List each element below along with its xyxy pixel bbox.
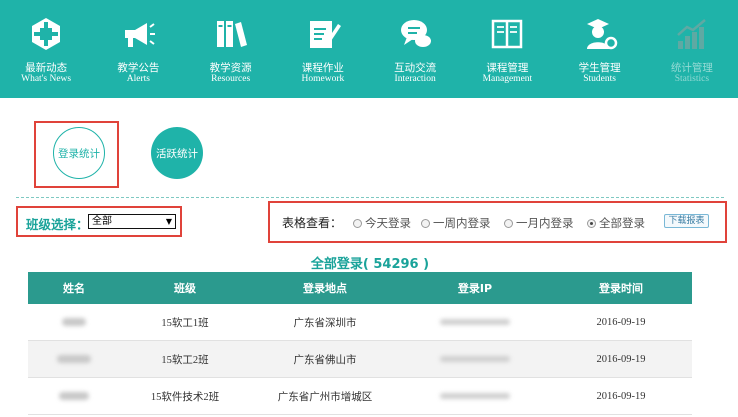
nav-label-cn: 统计管理	[670, 62, 713, 74]
redacted-name	[57, 355, 91, 363]
table-row: 15软工1班 广东省深圳市 2016-09-19	[28, 304, 692, 341]
redacted-name	[62, 318, 86, 326]
redacted-name	[59, 392, 89, 400]
open-book-icon	[488, 15, 526, 53]
news-icon	[27, 15, 65, 53]
class-select-value: 全部	[92, 216, 112, 227]
nav-label-cn: 最新动态	[25, 62, 68, 74]
nav-item-interaction[interactable]: 互动交流 Interaction	[369, 0, 461, 98]
cell-class: 15软件技术2班	[150, 391, 220, 403]
nav-label-en: Alerts	[126, 74, 150, 84]
megaphone-icon	[119, 15, 157, 53]
nav-item-students[interactable]: 学生管理 Students	[554, 0, 646, 98]
radio-label: 一周内登录	[433, 216, 491, 230]
cell-location: 广东省深圳市	[293, 317, 357, 329]
radio-button[interactable]	[421, 218, 430, 228]
cell-class: 15软工1班	[161, 317, 209, 329]
nav-item-homework[interactable]: 课程作业 Homework	[277, 0, 369, 98]
nav-label-en: Students	[583, 74, 616, 84]
cell-ip	[400, 378, 550, 414]
cell-location: 广东省广州市增城区	[277, 391, 373, 403]
redacted-ip	[440, 393, 510, 399]
bar-chart-icon	[673, 15, 711, 53]
cell-time: 2016-09-19	[596, 353, 646, 365]
table-view-label: 表格查看：	[282, 216, 343, 230]
radio-button[interactable]	[504, 218, 513, 228]
table-row: 15软工2班 广东省佛山市 2016-09-19	[28, 341, 692, 378]
nav-label-en: Homework	[301, 74, 345, 84]
nav-label-cn: 课程作业	[301, 62, 344, 74]
nav-label-cn: 教学资源	[209, 62, 252, 74]
login-table: 姓名 班级 登录地点 登录IP 登录时间 15软工1班 广东省深圳市 2016-…	[28, 272, 692, 415]
radio-week[interactable]: 一周内登录	[421, 215, 491, 231]
books-icon	[212, 15, 250, 53]
nav-label-en: Statistics	[674, 74, 710, 84]
class-select-label: 班级选择：	[26, 217, 89, 232]
chevron-down-icon: ▼	[165, 217, 172, 226]
cell-location: 广东省佛山市	[293, 354, 357, 366]
redacted-ip	[440, 356, 510, 362]
nav-item-resources[interactable]: 教学资源 Resources	[185, 0, 277, 98]
cell-time: 2016-09-19	[596, 390, 646, 402]
header-ip: 登录IP	[457, 282, 493, 295]
nav-label-en: Resources	[211, 74, 251, 84]
table-header: 姓名 班级 登录地点 登录IP 登录时间	[28, 272, 692, 304]
table-title: 全部登录( 54296 )	[310, 257, 430, 272]
cell-class: 15软工2班	[161, 354, 209, 366]
class-select[interactable]: 全部 ▼	[88, 214, 176, 229]
nav-item-management[interactable]: 课程管理 Management	[461, 0, 553, 98]
nav-label-cn: 互动交流	[394, 62, 437, 74]
header-time: 登录时间	[599, 282, 643, 295]
radio-label: 一月内登录	[516, 216, 574, 230]
active-stats-button[interactable]: 活跃统计	[151, 127, 203, 179]
table-row: 15软件技术2班 广东省广州市增城区 2016-09-19	[28, 378, 692, 415]
header-name: 姓名	[63, 282, 85, 295]
nav-label-cn: 学生管理	[578, 62, 621, 74]
login-stats-button[interactable]: 登录统计	[53, 127, 105, 179]
top-nav: 最新动态 What's News 教学公告 Alerts 教学资源 Resour…	[0, 0, 738, 98]
header-class: 班级	[174, 282, 196, 295]
radio-month[interactable]: 一月内登录	[504, 215, 574, 231]
radio-label: 今天登录	[365, 216, 411, 230]
download-report-button[interactable]: 下载报表	[664, 214, 709, 228]
cell-ip	[400, 341, 550, 377]
cell-name	[28, 378, 120, 414]
radio-all[interactable]: 全部登录	[587, 215, 645, 231]
nav-label-cn: 教学公告	[117, 62, 160, 74]
header-location: 登录地点	[303, 282, 347, 295]
cell-name	[28, 304, 120, 340]
dashed-divider	[16, 197, 724, 198]
nav-label-en: What's News	[21, 74, 72, 84]
radio-button[interactable]	[353, 218, 362, 228]
radio-today[interactable]: 今天登录	[353, 215, 411, 231]
nav-label-en: Interaction	[394, 74, 436, 84]
cell-name	[28, 341, 120, 377]
nav-label-cn: 课程管理	[486, 62, 529, 74]
nav-item-news[interactable]: 最新动态 What's News	[0, 0, 92, 98]
nav-item-statistics[interactable]: 统计管理 Statistics	[646, 0, 738, 98]
student-gear-icon	[581, 15, 619, 53]
homework-pen-icon	[304, 15, 342, 53]
nav-item-alerts[interactable]: 教学公告 Alerts	[92, 0, 184, 98]
cell-ip	[400, 304, 550, 340]
cell-time: 2016-09-19	[596, 316, 646, 328]
nav-label-en: Management	[482, 74, 533, 84]
radio-button[interactable]	[587, 218, 596, 228]
radio-label: 全部登录	[599, 216, 645, 230]
redacted-ip	[440, 319, 510, 325]
chat-icon	[396, 15, 434, 53]
